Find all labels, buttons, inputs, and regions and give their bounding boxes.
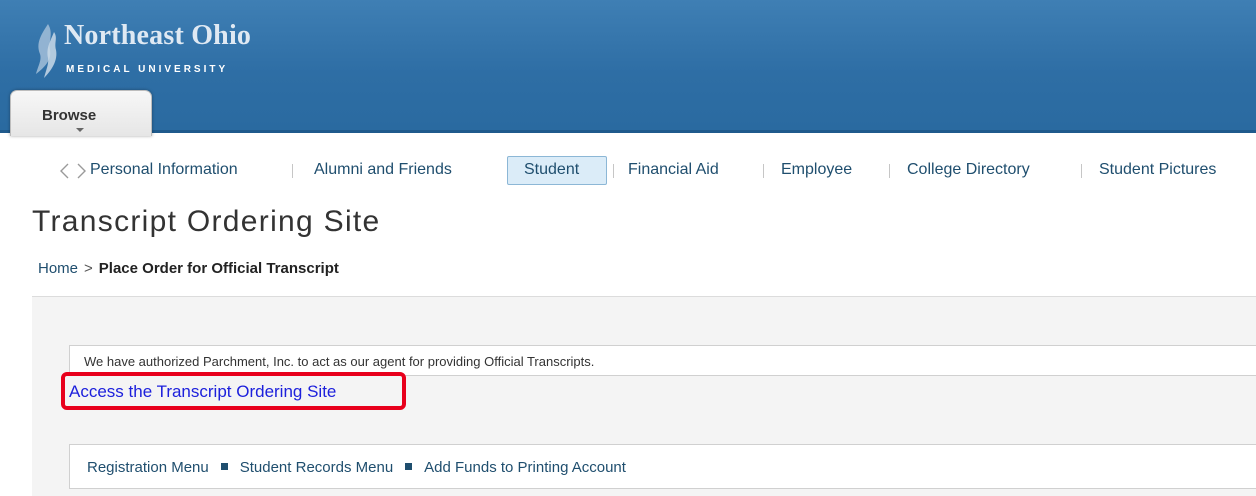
menu-bullet bbox=[405, 463, 413, 470]
tab-alumni-and-friends[interactable]: Alumni and Friends bbox=[314, 161, 452, 179]
content-panel: We have authorized Parchment, Inc. to ac… bbox=[32, 296, 1256, 496]
logo-name: Northeast Ohio bbox=[64, 20, 252, 51]
student-records-menu-link[interactable]: Student Records Menu bbox=[240, 459, 393, 476]
menu-bullet bbox=[220, 463, 228, 470]
tab-student-pictures[interactable]: Student Pictures bbox=[1099, 161, 1216, 179]
breadcrumb-home-link[interactable]: Home bbox=[38, 260, 78, 277]
flame-logo-icon bbox=[36, 24, 57, 78]
access-transcript-ordering-link[interactable]: Access the Transcript Ordering Site bbox=[69, 382, 336, 402]
breadcrumb-separator: > bbox=[84, 260, 93, 277]
main-nav: Personal Information Alumni and Friends … bbox=[0, 153, 1256, 187]
nav-divider bbox=[613, 164, 614, 178]
tab-employee[interactable]: Employee bbox=[781, 161, 852, 179]
tab-financial-aid[interactable]: Financial Aid bbox=[628, 161, 719, 179]
browse-tab[interactable]: Browse bbox=[10, 90, 152, 136]
add-funds-printing-link[interactable]: Add Funds to Printing Account bbox=[424, 459, 626, 476]
nav-divider bbox=[763, 164, 764, 178]
nav-divider bbox=[889, 164, 890, 178]
tab-student[interactable]: Student bbox=[524, 161, 579, 179]
chevron-down-icon bbox=[76, 128, 84, 132]
browse-label: Browse bbox=[42, 107, 97, 124]
breadcrumb-current: Place Order for Official Transcript bbox=[98, 260, 339, 277]
registration-menu-link[interactable]: Registration Menu bbox=[87, 459, 209, 476]
logo-subtitle: MEDICAL UNIVERSITY bbox=[66, 64, 229, 75]
header-banner: Northeast Ohio MEDICAL UNIVERSITY bbox=[0, 0, 1256, 132]
footer-menu: Registration Menu Student Records Menu Add… bbox=[69, 444, 1256, 489]
tab-personal-information[interactable]: Personal Information bbox=[90, 161, 238, 179]
breadcrumb: Home > Place Order for Official Transcript bbox=[38, 260, 339, 277]
nav-divider bbox=[1081, 164, 1082, 178]
tab-college-directory[interactable]: College Directory bbox=[907, 161, 1030, 179]
banner-divider bbox=[0, 130, 1256, 133]
info-text: We have authorized Parchment, Inc. to ac… bbox=[84, 354, 595, 369]
nav-divider bbox=[292, 164, 293, 178]
nav-scroll-arrows-icon[interactable] bbox=[58, 163, 88, 179]
page-title: Transcript Ordering Site bbox=[32, 205, 381, 238]
university-logo[interactable]: Northeast Ohio MEDICAL UNIVERSITY bbox=[32, 18, 332, 88]
